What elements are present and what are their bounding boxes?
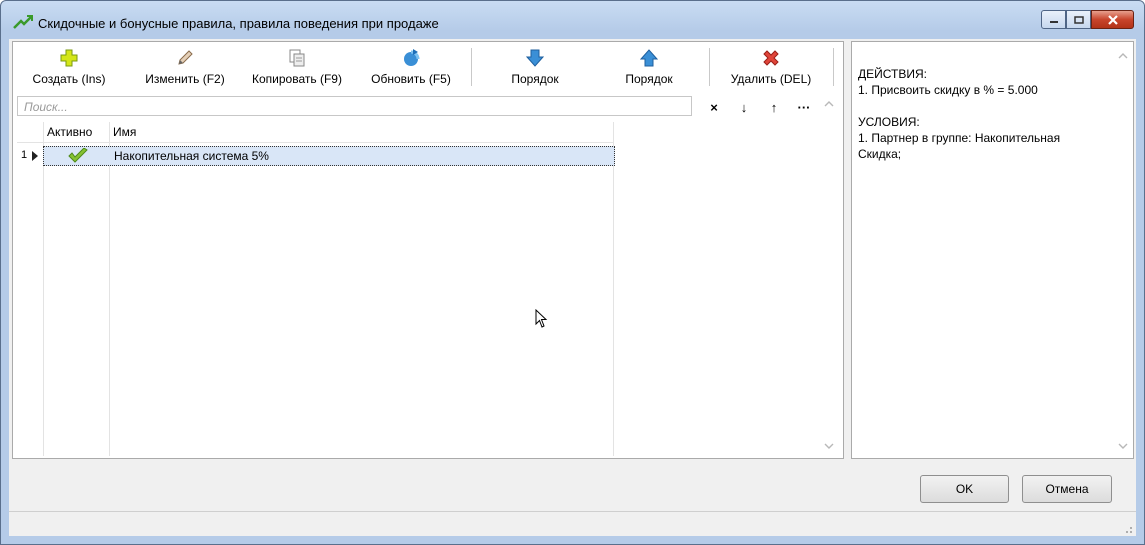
list-scrollbar[interactable] xyxy=(821,94,837,458)
copy-icon xyxy=(289,49,305,67)
table-row[interactable]: Накопительная система 5% xyxy=(43,146,615,166)
search-prev-icon[interactable]: ↑ xyxy=(759,98,789,116)
ok-button[interactable]: OK xyxy=(920,475,1009,503)
order-down-button[interactable]: Порядок xyxy=(485,42,585,88)
grid-header-line xyxy=(17,142,614,143)
resize-grip-icon[interactable] xyxy=(1123,524,1133,534)
close-button[interactable] xyxy=(1091,10,1134,29)
client-area: Создать (Ins) Изменить (F2) Копировать (… xyxy=(9,39,1136,536)
arrow-up-icon xyxy=(639,49,659,67)
rule-details-panel: ДЕЙСТВИЯ: 1. Присвоить скидку в % = 5.00… xyxy=(851,41,1134,459)
maximize-button[interactable] xyxy=(1066,10,1091,29)
conditions-line-continued: Скидка; xyxy=(858,147,902,161)
active-check-icon[interactable] xyxy=(67,148,89,164)
toolbar: Создать (Ins) Изменить (F2) Копировать (… xyxy=(13,42,843,88)
search-input[interactable]: Поиск... xyxy=(17,96,692,116)
grid-line xyxy=(613,122,614,456)
delete-button[interactable]: Удалить (DEL) xyxy=(721,42,821,88)
search-tools: × ↓ ↑ ··· xyxy=(699,98,819,116)
conditions-header: УСЛОВИЯ: xyxy=(858,115,920,129)
refresh-button[interactable]: Обновить (F5) xyxy=(363,42,459,88)
edit-label: Изменить (F2) xyxy=(145,72,225,86)
rules-icon xyxy=(13,15,33,29)
window-title: Скидочные и бонусные правила, правила по… xyxy=(38,16,439,31)
refresh-label: Обновить (F5) xyxy=(371,72,451,86)
close-icon xyxy=(1107,14,1118,25)
order-up-button[interactable]: Порядок xyxy=(599,42,699,88)
edit-button[interactable]: Изменить (F2) xyxy=(133,42,237,88)
actions-line: 1. Присвоить скидку в % = 5.000 xyxy=(858,83,1038,97)
toolbar-separator xyxy=(709,48,710,86)
rules-grid: Активно Имя 1 Накопительная система 5% xyxy=(17,122,615,456)
delete-icon xyxy=(763,50,779,66)
chevron-up-icon xyxy=(1118,53,1128,59)
actions-header: ДЕЙСТВИЯ: xyxy=(858,67,927,81)
row-number: 1 xyxy=(21,149,28,161)
toolbar-separator xyxy=(833,48,834,86)
toolbar-separator xyxy=(471,48,472,86)
search-options-icon[interactable]: ··· xyxy=(789,98,819,116)
chevron-down-icon xyxy=(824,443,834,449)
row-indicator[interactable]: 1 xyxy=(17,146,43,166)
minimize-icon xyxy=(1049,20,1058,23)
clear-search-icon[interactable]: × xyxy=(699,98,729,116)
create-label: Создать (Ins) xyxy=(32,72,106,86)
column-header-active[interactable]: Активно xyxy=(47,122,92,142)
search-next-icon[interactable]: ↓ xyxy=(729,98,759,116)
minimize-button[interactable] xyxy=(1041,10,1066,29)
details-scrollbar[interactable] xyxy=(1115,44,1131,456)
grid-line xyxy=(109,122,110,456)
button-bar: OK Отмена xyxy=(9,463,1136,513)
search-placeholder: Поиск... xyxy=(24,100,68,114)
copy-label: Копировать (F9) xyxy=(252,72,342,86)
refresh-icon xyxy=(404,49,420,66)
mouse-cursor-icon xyxy=(535,309,548,328)
cancel-button[interactable]: Отмена xyxy=(1022,475,1112,503)
title-bar[interactable]: Скидочные и бонусные правила, правила по… xyxy=(1,1,1144,39)
delete-label: Удалить (DEL) xyxy=(730,72,812,86)
current-row-arrow-icon xyxy=(32,151,38,161)
column-header-name[interactable]: Имя xyxy=(113,122,136,142)
copy-button[interactable]: Копировать (F9) xyxy=(243,42,351,88)
chevron-up-icon xyxy=(824,101,834,107)
arrow-down-icon xyxy=(525,49,545,67)
chevron-down-icon xyxy=(1118,443,1128,449)
create-button[interactable]: Создать (Ins) xyxy=(19,42,119,88)
maximize-icon xyxy=(1073,15,1084,24)
status-bar xyxy=(9,511,1136,537)
pencil-icon xyxy=(178,50,193,65)
rule-name: Накопительная система 5% xyxy=(114,149,269,163)
dialog-window: Скидочные и бонусные правила, правила по… xyxy=(0,0,1145,545)
plus-icon xyxy=(60,49,78,67)
conditions-line: 1. Партнер в группе: Накопительная xyxy=(858,131,1061,145)
order-down-label: Порядок xyxy=(511,72,559,86)
grid-line xyxy=(43,122,44,456)
rules-list-panel: Создать (Ins) Изменить (F2) Копировать (… xyxy=(12,41,844,459)
order-up-label: Порядок xyxy=(625,72,673,86)
